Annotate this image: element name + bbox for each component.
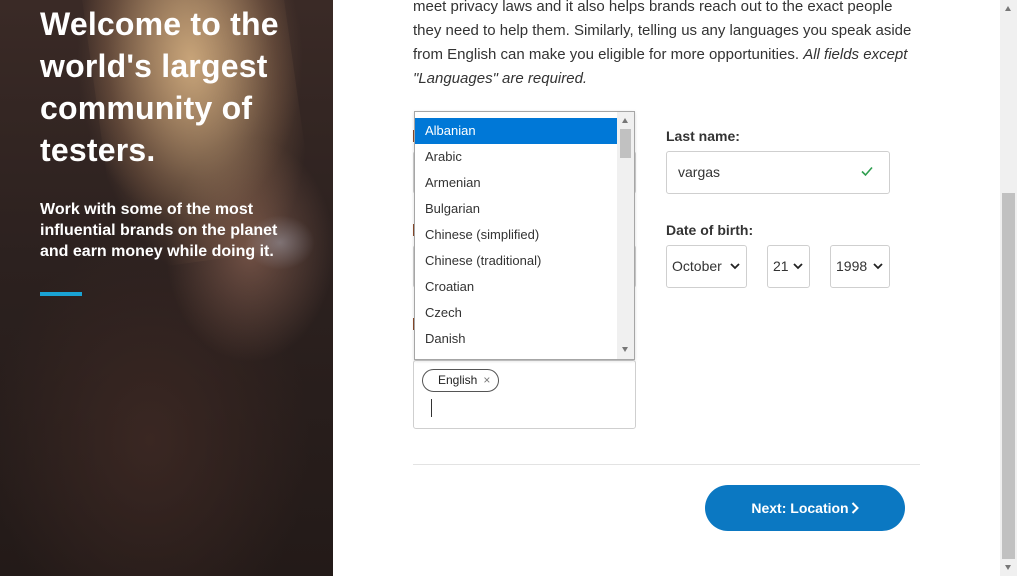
- scroll-down-icon[interactable]: [1005, 565, 1011, 570]
- chevron-down-icon: [793, 263, 803, 270]
- chevron-down-icon: [873, 263, 883, 270]
- scroll-up-icon[interactable]: [1005, 6, 1011, 11]
- language-option-chinese-traditional[interactable]: Chinese (traditional): [415, 248, 618, 274]
- page-scrollbar[interactable]: [1000, 0, 1017, 576]
- dob-year-value: 1998: [836, 258, 868, 274]
- dob-day-select[interactable]: 21: [767, 245, 810, 288]
- chevron-down-icon: [730, 263, 740, 270]
- language-option-albanian[interactable]: Albanian: [415, 118, 618, 144]
- form-divider: [413, 464, 920, 465]
- check-icon: [861, 166, 873, 177]
- next-location-button[interactable]: Next: Location: [705, 485, 905, 531]
- text-caret: [431, 399, 432, 417]
- dob-day-value: 21: [773, 258, 789, 274]
- language-option-arabic[interactable]: Arabic: [415, 144, 618, 170]
- page-scroll-thumb[interactable]: [1002, 193, 1015, 559]
- language-option-czech[interactable]: Czech: [415, 300, 618, 326]
- dob-month-value: October: [672, 258, 722, 274]
- language-dropdown[interactable]: Albanian Arabic Armenian Bulgarian Chine…: [414, 111, 635, 360]
- chevron-right-icon: [851, 502, 859, 514]
- language-tag-english: English ×: [422, 369, 500, 392]
- hero-accent-bar: [40, 292, 82, 296]
- last-name-input[interactable]: vargas: [666, 151, 890, 194]
- language-tag-label: English: [438, 373, 478, 387]
- hero-subtitle: Work with some of the most influential b…: [40, 201, 278, 260]
- dropdown-scroll-thumb[interactable]: [620, 129, 631, 158]
- intro-paragraph: meet privacy laws and it also helps bran…: [413, 0, 913, 91]
- next-button-label: Next: Location: [751, 500, 849, 516]
- dob-year-select[interactable]: 1998: [830, 245, 890, 288]
- language-option-dutch[interactable]: Dutch (Flemish): [415, 352, 618, 359]
- dob-month-select[interactable]: October: [666, 245, 747, 288]
- language-option-danish[interactable]: Danish: [415, 326, 618, 352]
- scroll-up-icon[interactable]: [622, 118, 628, 123]
- languages-input[interactable]: English ×: [413, 360, 636, 429]
- hero-panel: Welcome to the world's largest community…: [0, 0, 333, 576]
- language-option-chinese-simplified[interactable]: Chinese (simplified): [415, 222, 618, 248]
- language-option-croatian[interactable]: Croatian: [415, 274, 618, 300]
- language-option-bulgarian[interactable]: Bulgarian: [415, 196, 618, 222]
- language-option-armenian[interactable]: Armenian: [415, 170, 618, 196]
- scroll-down-icon[interactable]: [622, 347, 628, 352]
- close-icon[interactable]: ×: [483, 370, 490, 391]
- dob-label: Date of birth:: [666, 222, 754, 238]
- hero-title: Welcome to the world's largest community…: [40, 6, 279, 168]
- dropdown-scrollbar[interactable]: [617, 112, 634, 359]
- last-name-label: Last name:: [666, 128, 740, 144]
